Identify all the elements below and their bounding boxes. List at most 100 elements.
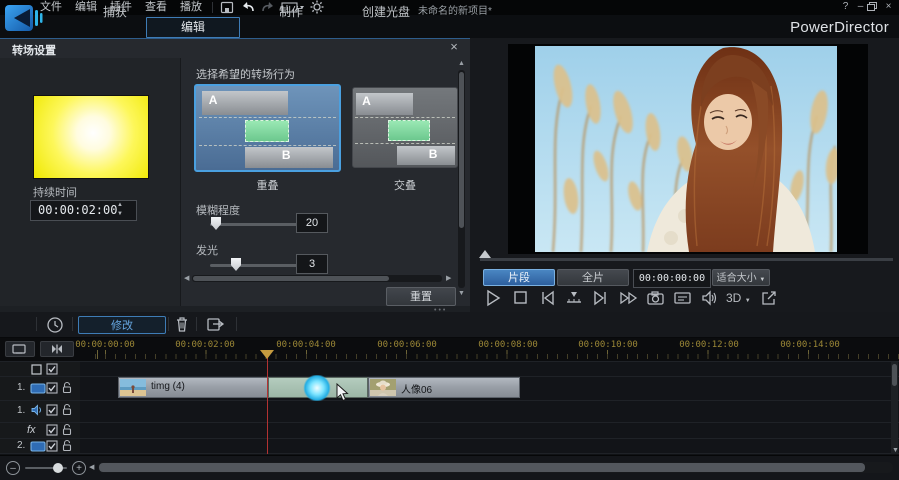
ruler-timestamp: 00:00:04:00	[276, 340, 336, 350]
audio1-enable-checkbox[interactable]	[46, 404, 58, 416]
duration-stepper[interactable]: ▲▼	[113, 201, 127, 219]
tab-produce[interactable]: 制作	[263, 5, 319, 19]
reset-button[interactable]: 重置	[386, 287, 456, 306]
clip-a-label: A	[362, 94, 371, 108]
previous-frame-button[interactable]	[536, 288, 560, 308]
master-track-icon	[31, 364, 42, 375]
segment-mode-button[interactable]: 片段	[483, 269, 555, 286]
menu-view[interactable]: 查看	[145, 1, 167, 14]
undo-button[interactable]	[240, 1, 256, 14]
share-window-icon	[758, 288, 780, 308]
delete-button[interactable]	[173, 315, 191, 334]
vscroll-thumb[interactable]	[459, 72, 464, 228]
preview-timecode[interactable]: 00:00:00:00	[633, 269, 711, 288]
zoom-in-button[interactable]: +	[72, 461, 86, 475]
clip-portrait06[interactable]: 人像06	[368, 377, 520, 398]
undo-icon	[240, 1, 256, 14]
glow-label: 发光	[196, 242, 218, 258]
track-manager-icon	[6, 342, 34, 356]
tab-edit[interactable]: 编辑	[146, 17, 240, 38]
panel-vscrollbar[interactable]	[458, 70, 465, 288]
close-window-button[interactable]: ×	[882, 0, 895, 13]
timeline-playhead-marker[interactable]	[260, 350, 274, 359]
toolbar-separator	[236, 317, 237, 331]
undock-preview-button[interactable]	[758, 288, 782, 308]
ruler-timestamp: 00:00:14:00	[780, 340, 840, 350]
toolbar-separator	[72, 317, 73, 331]
tab-create-disc[interactable]: 创建光盘	[342, 5, 430, 19]
duration-button[interactable]	[46, 316, 64, 334]
video2-enable-checkbox[interactable]	[46, 440, 58, 452]
behavior-option-overlap[interactable]: A B	[194, 84, 341, 172]
zoom-out-button[interactable]: –	[6, 461, 20, 475]
timeline-vscroll-down-arrow[interactable]: ▼	[892, 447, 899, 455]
save-project-button[interactable]	[220, 1, 234, 14]
minimize-button[interactable]: –	[854, 0, 867, 13]
effect-track-label: fx	[27, 424, 36, 436]
clip-a-block: A	[202, 91, 288, 115]
menu-play[interactable]: 播放	[180, 1, 202, 14]
master-track-checkbox[interactable]	[46, 363, 58, 375]
stop-button[interactable]	[509, 288, 533, 308]
vscroll-down-arrow[interactable]: ▼	[458, 290, 465, 298]
timeline-hscrollbar[interactable]	[98, 462, 893, 473]
preview-seek-bar[interactable]	[480, 258, 893, 261]
powerdirector-logo	[4, 3, 46, 33]
help-button[interactable]: ?	[839, 0, 852, 13]
chevron-down-icon: ▼	[759, 277, 765, 283]
seek-marker-button[interactable]	[563, 288, 587, 308]
timeline-hscroll-thumb[interactable]	[99, 463, 865, 472]
transition-block	[388, 120, 430, 141]
fast-forward-button[interactable]	[617, 288, 641, 308]
video2-lock-button[interactable]	[61, 439, 73, 452]
timeline-vscroll-thumb[interactable]	[892, 364, 897, 386]
glow-value[interactable]: 3	[296, 254, 328, 274]
snapshot-button[interactable]	[644, 288, 668, 308]
behavior-option-cross[interactable]: A B	[352, 87, 458, 168]
video1-enable-checkbox[interactable]	[46, 382, 58, 394]
3d-mode-button[interactable]: 3D ▼	[726, 288, 751, 308]
speaker-icon	[698, 288, 720, 308]
fx-lock-button[interactable]	[61, 423, 73, 436]
audio1-lock-button[interactable]	[61, 403, 73, 416]
timeline-vscrollbar[interactable]	[891, 362, 898, 454]
cross-option-label: 交叠	[352, 177, 458, 193]
panel-divider	[180, 58, 181, 306]
clip-timg4[interactable]: timg (4)	[118, 377, 268, 398]
panel-close-button[interactable]: ×	[446, 39, 462, 55]
track-manager-button[interactable]	[5, 341, 35, 357]
fx-enable-checkbox[interactable]	[46, 424, 58, 436]
panel-hscrollbar[interactable]	[192, 275, 442, 282]
transition-clip[interactable]	[268, 377, 368, 398]
next-frame-button[interactable]	[590, 288, 614, 308]
timeline-zoom-handle[interactable]	[53, 463, 63, 473]
tab-capture[interactable]: 捕获	[87, 5, 143, 19]
previous-frame-icon	[536, 288, 558, 308]
modify-button[interactable]: 修改	[78, 316, 166, 334]
restore-button[interactable]	[867, 2, 880, 15]
menubar-separator	[212, 2, 213, 13]
extract-button[interactable]	[205, 315, 227, 334]
preview-seek-playhead[interactable]	[479, 250, 491, 258]
vscroll-up-arrow[interactable]: ▲	[458, 60, 465, 68]
hscroll-right-arrow[interactable]: ▶	[446, 275, 451, 283]
blur-value[interactable]: 20	[296, 213, 328, 233]
video1-lock-button[interactable]	[61, 381, 73, 394]
timeline-hscroll-left-arrow[interactable]: ◀	[89, 464, 94, 472]
clip-name: 人像06	[401, 381, 432, 396]
camera-icon	[644, 288, 666, 308]
volume-button[interactable]	[698, 288, 722, 308]
save-project-icon	[220, 1, 234, 14]
fit-size-dropdown[interactable]: 适合大小 ▼	[712, 269, 770, 286]
audio-track-icon	[30, 404, 44, 416]
glow-slider[interactable]	[210, 264, 300, 267]
brand-label: PowerDirector	[790, 19, 889, 36]
blur-slider[interactable]	[210, 223, 300, 226]
hscroll-left-arrow[interactable]: ◀	[184, 275, 189, 283]
snap-to-clips-button[interactable]	[40, 341, 74, 357]
preview-quality-button[interactable]	[671, 288, 695, 308]
hscroll-thumb[interactable]	[193, 276, 389, 281]
ruler-timestamp: 00:00:10:00	[578, 340, 638, 350]
play-button[interactable]	[482, 288, 506, 308]
full-movie-mode-button[interactable]: 全片	[557, 269, 629, 286]
